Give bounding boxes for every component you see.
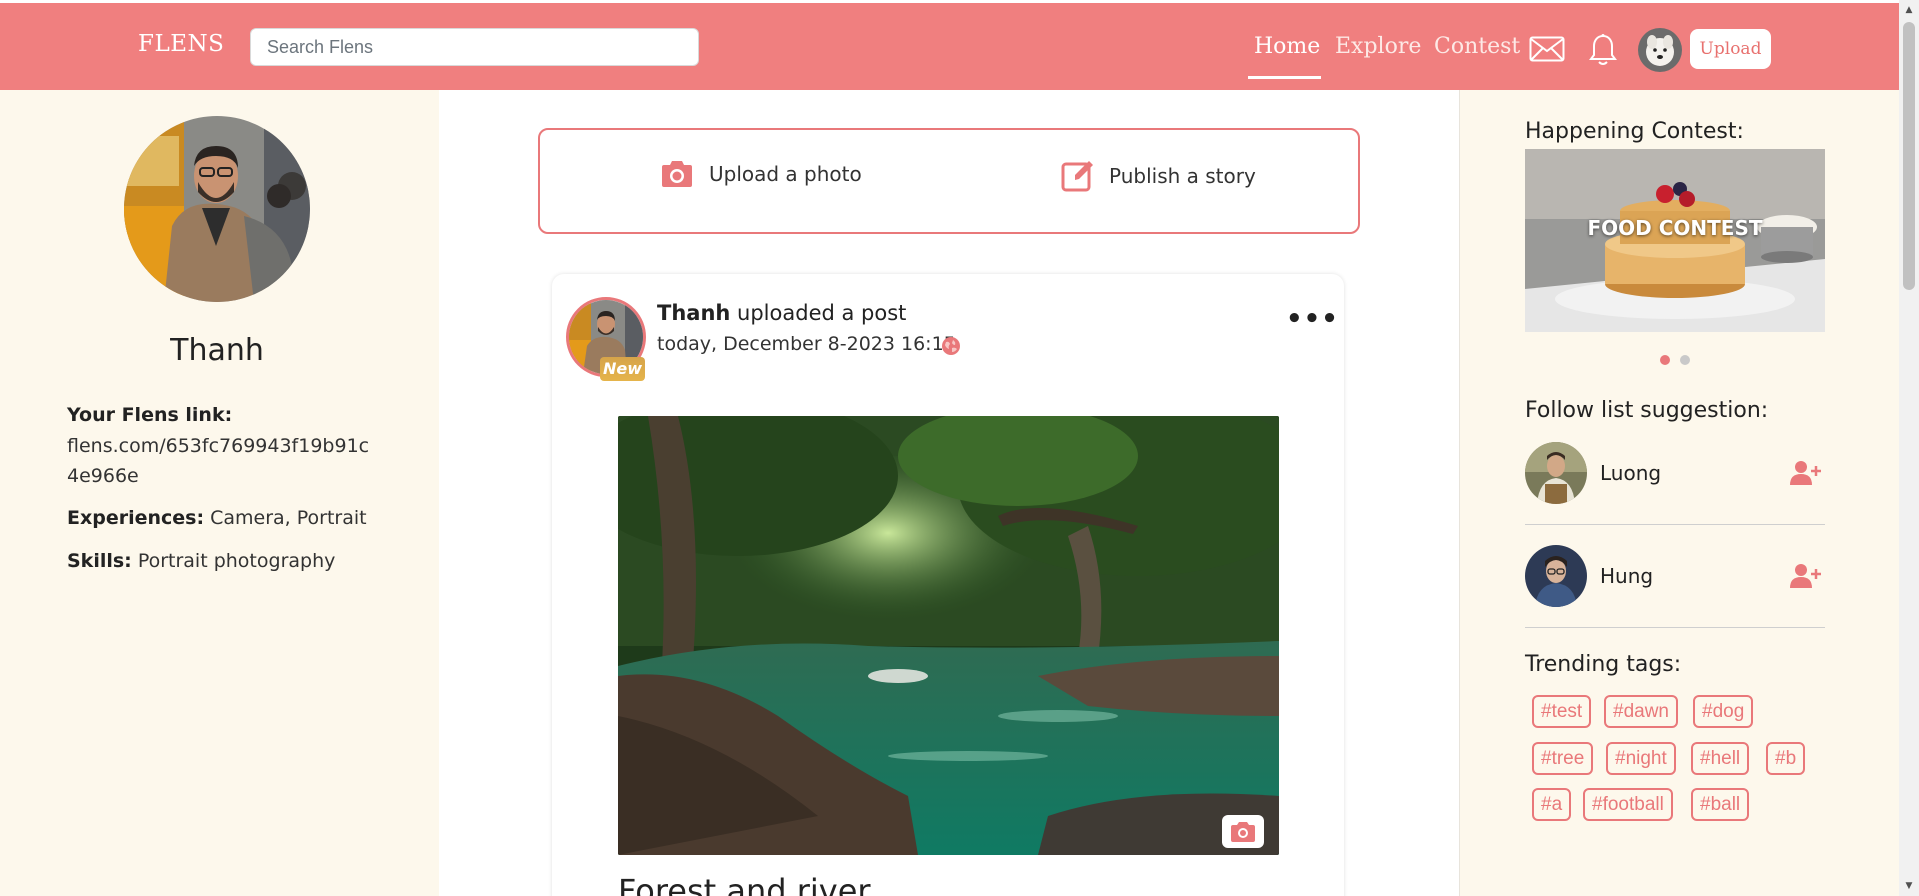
suggestion-name[interactable]: Hung — [1600, 564, 1653, 588]
follow-suggestion-item: Luong — [1525, 442, 1825, 504]
publish-story-button[interactable]: Publish a story — [1061, 159, 1256, 193]
mail-icon[interactable] — [1529, 36, 1565, 66]
trending-tags-heading: Trending tags: — [1525, 652, 1682, 677]
camera-icon — [662, 161, 692, 187]
tag-chip[interactable]: #ball — [1691, 788, 1750, 821]
edit-icon — [1061, 161, 1093, 192]
tag-chip[interactable]: #tree — [1532, 742, 1594, 775]
new-badge: New — [600, 357, 645, 381]
globe-icon — [941, 336, 961, 360]
follow-user-icon[interactable] — [1790, 460, 1822, 490]
profile-name: Thanh — [170, 333, 264, 368]
suggestion-avatar[interactable] — [1525, 442, 1587, 504]
post-image[interactable] — [618, 416, 1279, 855]
contest-heading: Happening Contest: — [1525, 119, 1744, 144]
search-input[interactable] — [250, 28, 699, 66]
flens-link-label: Your Flens link: — [67, 404, 233, 426]
follow-suggestion-item: Hung — [1525, 545, 1825, 607]
upload-photo-button[interactable]: Upload a photo — [659, 159, 862, 189]
nav-explore[interactable]: Explore — [1335, 34, 1421, 59]
tag-chip[interactable]: #football — [1583, 788, 1673, 821]
profile-photo — [124, 116, 310, 302]
post-timestamp: today, December 8-2023 16:15 — [657, 333, 956, 355]
suggestion-name[interactable]: Luong — [1600, 461, 1661, 485]
nav-home[interactable]: Home — [1254, 34, 1320, 59]
tag-chip[interactable]: #night — [1606, 742, 1676, 775]
suggestion-divider — [1525, 627, 1825, 628]
nav-active-indicator — [1248, 76, 1321, 79]
more-options-icon[interactable]: ••• — [1286, 304, 1339, 334]
brand-logo[interactable]: FLENS — [138, 31, 224, 57]
follow-user-icon[interactable] — [1790, 563, 1822, 593]
tag-chip[interactable]: #hell — [1691, 742, 1750, 775]
camera-badge-icon — [1222, 815, 1264, 848]
tag-chip[interactable]: #a — [1532, 788, 1572, 821]
user-avatar[interactable] — [1638, 28, 1682, 72]
scroll-down-icon[interactable]: ▼ — [1903, 880, 1915, 892]
post-author-name[interactable]: Thanh — [657, 301, 730, 325]
post-title: Forest and river — [618, 872, 871, 896]
upload-photo-label: Upload a photo — [709, 162, 862, 186]
skills-row: Skills: Portrait photography — [67, 550, 336, 572]
contest-banner[interactable]: FOOD CONTEST — [1525, 149, 1825, 332]
tag-chip[interactable]: #dog — [1693, 695, 1754, 728]
carousel-dot-1[interactable] — [1660, 355, 1670, 365]
experiences-row: Experiences: Camera, Portrait — [67, 507, 367, 529]
scrollbar-thumb[interactable] — [1903, 22, 1915, 290]
post-header-text: Thanh uploaded a post — [657, 301, 907, 325]
suggestion-avatar[interactable] — [1525, 545, 1587, 607]
publish-story-label: Publish a story — [1109, 164, 1256, 188]
tag-chip[interactable]: #b — [1766, 742, 1806, 775]
contest-banner-text: FOOD CONTEST — [1587, 216, 1763, 240]
nav-contest[interactable]: Contest — [1434, 34, 1520, 59]
tag-chip[interactable]: #test — [1532, 695, 1592, 728]
flens-link-value[interactable]: flens.com/653fc769943f19b91c4e966e — [67, 431, 377, 491]
carousel-dot-2[interactable] — [1680, 355, 1690, 365]
bell-icon[interactable] — [1588, 33, 1618, 71]
scroll-up-icon[interactable]: ▲ — [1903, 4, 1915, 16]
follow-heading: Follow list suggestion: — [1525, 398, 1769, 423]
suggestion-divider — [1525, 524, 1825, 525]
upload-button[interactable]: Upload — [1690, 29, 1771, 69]
tag-chip[interactable]: #dawn — [1604, 695, 1678, 728]
